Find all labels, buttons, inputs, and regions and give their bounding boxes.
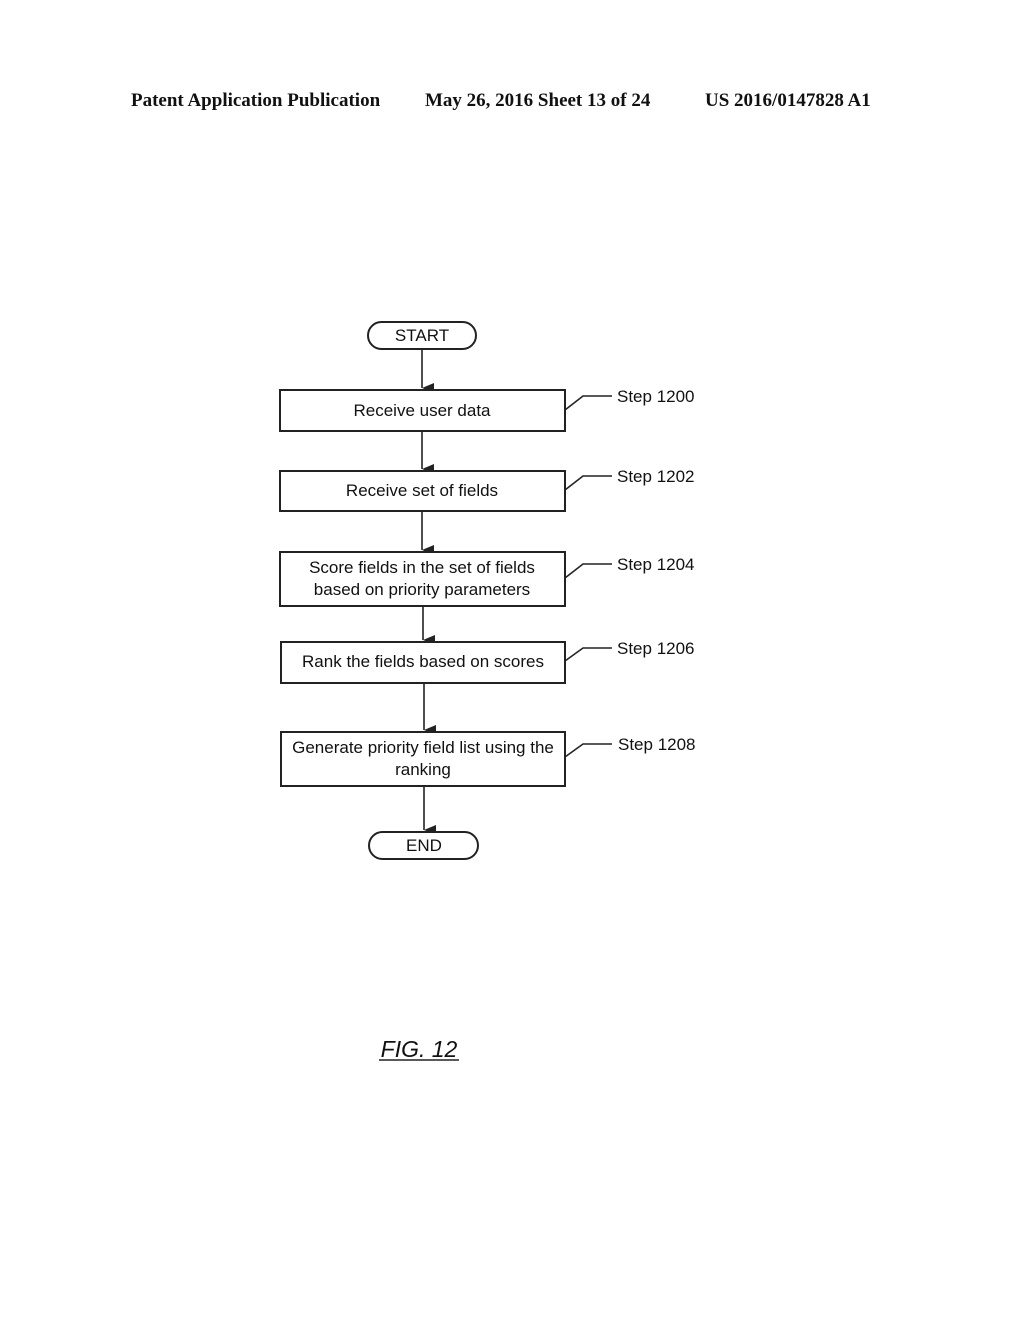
step-leader-line [564, 647, 612, 662]
step-box-1206: Rank the fields based on scores [280, 641, 566, 684]
step-box-1204: Score fields in the set of fields based … [279, 551, 566, 607]
step-text-line-2: based on priority parameters [314, 580, 530, 599]
step-text: Receive set of fields [346, 481, 498, 500]
step-leader-line [564, 475, 612, 491]
flowchart: START Receive user data Step 1200 Receiv… [279, 321, 696, 1062]
step-label-1202: Step 1202 [617, 467, 695, 486]
step-leader-line [564, 743, 612, 758]
step-text: Rank the fields based on scores [302, 652, 544, 671]
step-leader-line [564, 395, 612, 411]
start-label: START [395, 326, 449, 345]
step-label-1200: Step 1200 [617, 387, 695, 406]
step-box-1208: Generate priority field list using the r… [280, 731, 566, 787]
step-box-1202: Receive set of fields [279, 470, 566, 512]
end-terminal: END [368, 831, 479, 860]
step-text: Receive user data [353, 401, 491, 420]
step-text-line-1: Generate priority field list using the [292, 738, 554, 757]
step-label-1204: Step 1204 [617, 555, 695, 574]
figure-caption: FIG. 12 [381, 1036, 458, 1062]
step-text-line-1: Score fields in the set of fields [309, 558, 535, 577]
step-text-line-2: ranking [395, 760, 451, 779]
step-label-1208: Step 1208 [618, 735, 696, 754]
step-label-1206: Step 1206 [617, 639, 695, 658]
end-label: END [406, 836, 442, 855]
start-terminal: START [367, 321, 477, 350]
step-leader-line [564, 563, 612, 579]
step-box-1200: Receive user data [279, 389, 566, 432]
